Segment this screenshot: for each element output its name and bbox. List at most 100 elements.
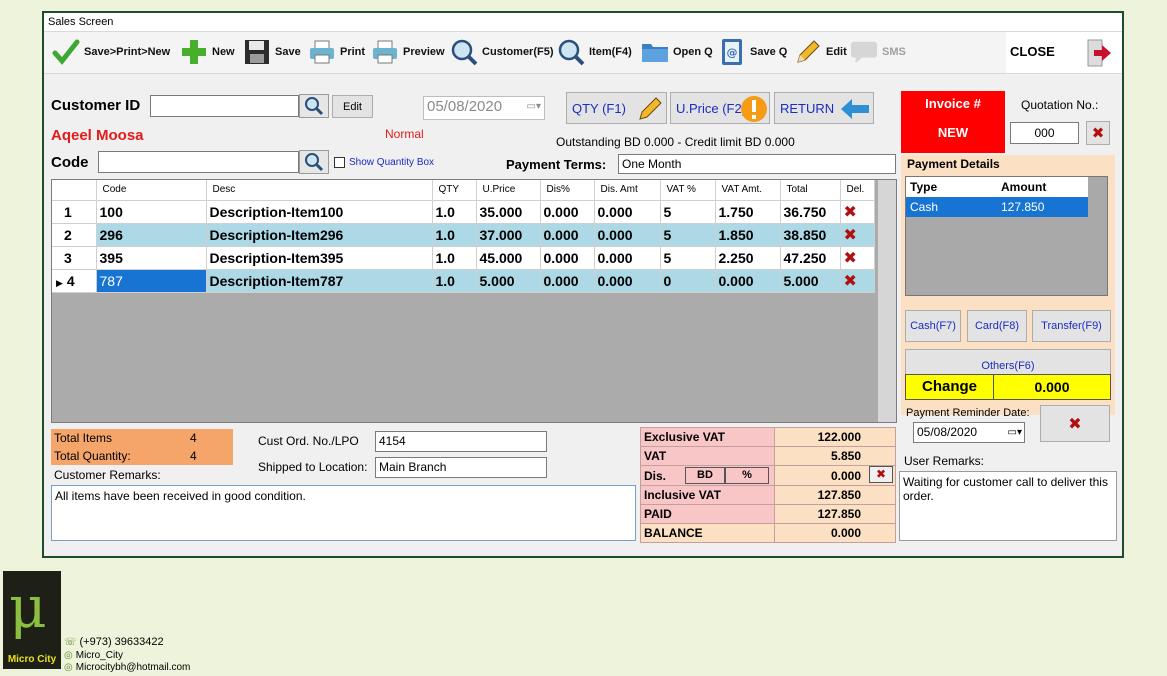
- cell-vat-pct[interactable]: 5: [660, 223, 716, 247]
- col-qty[interactable]: QTY: [432, 180, 477, 201]
- delete-row-icon[interactable]: ✖: [840, 223, 875, 247]
- payment-details-title: Payment Details: [907, 157, 1000, 171]
- clear-discount-icon[interactable]: ✖: [869, 466, 893, 483]
- cell-vat-pct[interactable]: 0: [660, 269, 716, 293]
- cell-uprice[interactable]: 37.000: [476, 223, 541, 247]
- item-search-button[interactable]: Item(F4): [557, 36, 632, 68]
- cell-total[interactable]: 36.750: [780, 200, 841, 224]
- save-print-new-button[interactable]: Save>Print>New: [52, 36, 170, 68]
- code-input[interactable]: [98, 151, 299, 173]
- cell-qty[interactable]: 1.0: [432, 200, 477, 224]
- new-button[interactable]: New: [180, 36, 235, 68]
- cell-vat-amt[interactable]: 2.250: [715, 246, 781, 270]
- cell-desc[interactable]: Description-Item395: [206, 246, 433, 270]
- qty-button[interactable]: QTY (F1): [566, 92, 667, 124]
- invoice-label: Invoice #: [925, 96, 981, 111]
- save-button[interactable]: Save: [243, 36, 301, 68]
- exit-icon[interactable]: [1084, 38, 1112, 68]
- cell-dis-pct[interactable]: 0.000: [540, 269, 595, 293]
- col-uprice[interactable]: U.Price: [476, 180, 541, 201]
- save-quotation-button[interactable]: @ Save Q: [718, 36, 787, 68]
- cell-desc[interactable]: Description-Item787: [206, 269, 433, 293]
- payment-terms-input[interactable]: One Month: [618, 154, 896, 174]
- cell-code[interactable]: 296: [96, 223, 207, 247]
- cell-uprice[interactable]: 5.000: [476, 269, 541, 293]
- preview-button[interactable]: Preview: [371, 36, 445, 68]
- col-vat-amt[interactable]: VAT Amt.: [715, 180, 781, 201]
- quotation-input[interactable]: 000: [1010, 122, 1079, 144]
- customer-search-icon[interactable]: [299, 94, 329, 118]
- shipped-to-input[interactable]: Main Branch: [375, 457, 547, 478]
- transfer-button[interactable]: Transfer(F9): [1032, 310, 1111, 342]
- col-del[interactable]: Del.: [840, 180, 875, 201]
- cell-code[interactable]: 395: [96, 246, 207, 270]
- table-row[interactable]: 2 296 Description-Item296 1.0 37.000 0.0…: [52, 223, 875, 247]
- payment-reminder-date[interactable]: 05/08/2020 ▭▾: [913, 422, 1025, 443]
- customer-remarks-input[interactable]: All items have been received in good con…: [51, 485, 636, 541]
- customer-search-button[interactable]: Customer(F5): [450, 36, 554, 68]
- cell-uprice[interactable]: 35.000: [476, 200, 541, 224]
- col-desc[interactable]: Desc: [206, 180, 433, 201]
- col-vat-pct[interactable]: VAT %: [660, 180, 716, 201]
- quotation-label: Quotation No.:: [1021, 98, 1099, 112]
- code-search-icon[interactable]: [299, 150, 329, 174]
- col-dis-amt[interactable]: Dis. Amt: [594, 180, 661, 201]
- delete-row-icon[interactable]: ✖: [840, 246, 875, 270]
- show-qty-checkbox[interactable]: [334, 157, 345, 168]
- customer-id-input[interactable]: [150, 95, 299, 117]
- table-row[interactable]: 1 100 Description-Item100 1.0 35.000 0.0…: [52, 200, 875, 224]
- cell-code[interactable]: 100: [96, 200, 207, 224]
- cell-vat-amt[interactable]: 0.000: [715, 269, 781, 293]
- balance-label: BALANCE: [640, 523, 775, 543]
- close-button[interactable]: CLOSE: [1010, 44, 1055, 59]
- cell-desc[interactable]: Description-Item296: [206, 223, 433, 247]
- grid-scrollbar[interactable]: [878, 180, 896, 422]
- cell-total[interactable]: 5.000: [780, 269, 841, 293]
- col-dis-pct[interactable]: Dis%: [540, 180, 595, 201]
- change-value: 0.000: [1034, 379, 1070, 395]
- edit-button[interactable]: Edit: [794, 36, 847, 68]
- payment-row[interactable]: Cash 127.850: [906, 197, 1088, 217]
- cell-qty[interactable]: 1.0: [432, 269, 477, 293]
- cell-vat-amt[interactable]: 1.750: [715, 200, 781, 224]
- cell-vat-amt[interactable]: 1.850: [715, 223, 781, 247]
- cell-vat-pct[interactable]: 5: [660, 200, 716, 224]
- table-row-selected[interactable]: ▶ 4 787 Description-Item787 1.0 5.000 0.…: [52, 269, 875, 293]
- open-quotation-button[interactable]: Open Q: [641, 36, 713, 68]
- print-button[interactable]: Print: [308, 36, 365, 68]
- return-button[interactable]: RETURN: [774, 92, 874, 124]
- table-row[interactable]: 3 395 Description-Item395 1.0 45.000 0.0…: [52, 246, 875, 270]
- cell-dis-amt[interactable]: 0.000: [594, 246, 661, 270]
- delete-row-icon[interactable]: ✖: [840, 269, 875, 293]
- unit-price-button[interactable]: U.Price (F2): [670, 92, 770, 124]
- cell-total[interactable]: 38.850: [780, 223, 841, 247]
- cell-dis-amt[interactable]: 0.000: [594, 223, 661, 247]
- customer-edit-button[interactable]: Edit: [332, 95, 373, 118]
- cell-total[interactable]: 47.250: [780, 246, 841, 270]
- cell-qty[interactable]: 1.0: [432, 246, 477, 270]
- lpo-input[interactable]: 4154: [375, 431, 547, 452]
- cell-vat-pct[interactable]: 5: [660, 246, 716, 270]
- cash-button[interactable]: Cash(F7): [905, 310, 961, 342]
- card-button[interactable]: Card(F8): [967, 310, 1027, 342]
- col-total[interactable]: Total: [780, 180, 841, 201]
- discount-bd-button[interactable]: BD: [685, 467, 725, 484]
- cell-dis-amt[interactable]: 0.000: [594, 269, 661, 293]
- cell-dis-pct[interactable]: 0.000: [540, 246, 595, 270]
- sms-button[interactable]: SMS: [850, 36, 906, 68]
- logo-mu-symbol: μ: [9, 573, 47, 641]
- user-remarks-input[interactable]: Waiting for customer call to deliver thi…: [899, 471, 1117, 541]
- cell-qty[interactable]: 1.0: [432, 223, 477, 247]
- cell-code[interactable]: 787: [96, 269, 207, 293]
- cell-dis-amt[interactable]: 0.000: [594, 200, 661, 224]
- discount-percent-button[interactable]: %: [725, 467, 769, 484]
- cell-dis-pct[interactable]: 0.000: [540, 200, 595, 224]
- cell-uprice[interactable]: 45.000: [476, 246, 541, 270]
- col-code[interactable]: Code: [96, 180, 207, 201]
- cell-dis-pct[interactable]: 0.000: [540, 223, 595, 247]
- delete-row-icon[interactable]: ✖: [840, 200, 875, 224]
- invoice-date-field[interactable]: 05/08/2020 ▭▾: [423, 96, 545, 120]
- clear-quotation-icon[interactable]: ✖: [1086, 121, 1110, 145]
- cell-desc[interactable]: Description-Item100: [206, 200, 433, 224]
- clear-reminder-icon[interactable]: ✖: [1040, 405, 1110, 442]
